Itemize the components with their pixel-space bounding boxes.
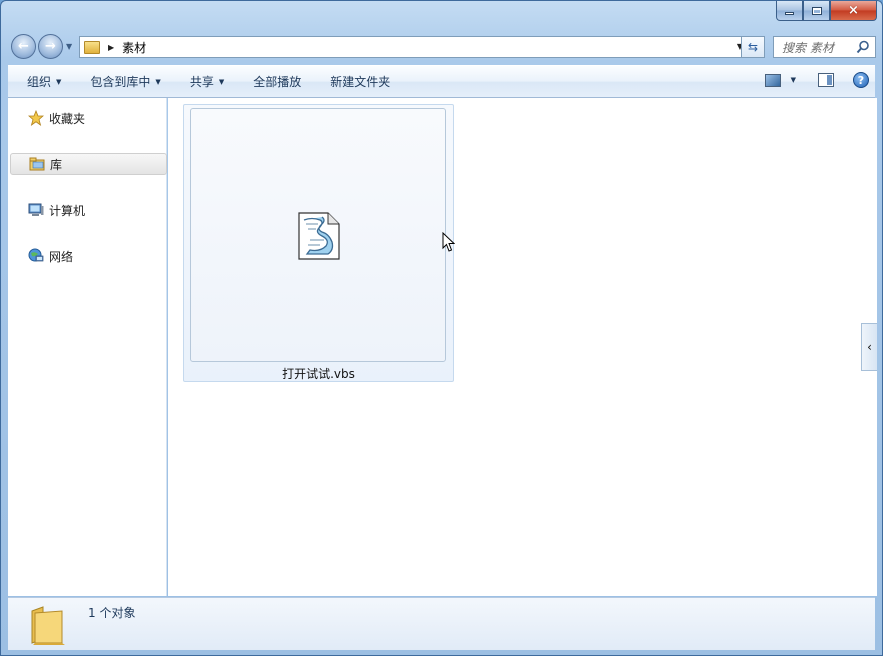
refresh-icon: ⇆ — [747, 40, 759, 54]
chevron-down-icon: ▼ — [218, 77, 225, 86]
arrow-left-icon: ← — [18, 39, 29, 54]
navigation-row: ← → ▼ ▶ 素材 ▼ ⇆ 搜索 素材 — [11, 34, 876, 59]
search-box[interactable]: 搜索 素材 — [773, 36, 876, 58]
close-icon: × — [848, 3, 859, 18]
sidebar-item-library[interactable]: 库 — [10, 153, 167, 175]
sidebar-item-label: 网络 — [49, 249, 74, 264]
include-in-library-label: 包含到库中 — [90, 75, 151, 89]
sidebar-item-label: 收藏夹 — [49, 111, 86, 126]
breadcrumb-current[interactable]: 素材 — [122, 39, 146, 56]
command-bar: 组织 ▼ 包含到库中 ▼ 共享 ▼ 全部播放 新建文件夹 ▼ ? — [8, 65, 875, 98]
play-all-label: 全部播放 — [253, 75, 302, 89]
search-input[interactable]: 搜索 素材 — [782, 39, 834, 56]
sidebar-item-label: 库 — [50, 157, 63, 172]
details-pane: 1 个对象 — [8, 597, 875, 650]
command-bar-right: ▼ ? — [764, 72, 869, 88]
sidebar-item-label: 计算机 — [49, 203, 86, 218]
maximize-button[interactable] — [803, 1, 830, 21]
search-icon[interactable] — [856, 40, 870, 54]
view-options-dropdown-icon[interactable]: ▼ — [791, 76, 796, 84]
share-menu[interactable]: 共享 ▼ — [171, 66, 234, 97]
play-all-button[interactable]: 全部播放 — [234, 66, 311, 97]
item-count: 1 个对象 — [88, 606, 136, 620]
preview-pane-toggle[interactable]: ‹ — [861, 323, 877, 371]
file-tile[interactable]: 打开试试.vbs — [183, 104, 455, 382]
sidebar-item-favorites[interactable]: 收藏夹 — [10, 107, 167, 129]
file-list-area[interactable]: 打开试试.vbs ‹ — [168, 98, 877, 596]
recent-pages-dropdown[interactable]: ▼ — [66, 42, 72, 51]
back-button[interactable]: ← — [11, 34, 36, 59]
chevron-left-icon: ‹ — [867, 340, 872, 354]
organize-menu[interactable]: 组织 ▼ — [8, 66, 71, 97]
maximize-icon — [811, 6, 822, 15]
folder-icon — [84, 40, 100, 54]
minimize-button[interactable] — [776, 1, 803, 21]
forward-button[interactable]: → — [38, 34, 63, 59]
breadcrumb-separator-icon[interactable]: ▶ — [108, 43, 114, 52]
file-thumbnail-frame — [190, 108, 455, 362]
explorer-window: × ← → ▼ ▶ 素材 ▼ ⇆ 搜索 素材 组织 ▼ 包含到库中 ▼ 共享 ▼ 全部… — [0, 0, 883, 656]
network-icon — [28, 248, 44, 264]
change-view-icon[interactable] — [764, 73, 781, 87]
folder-icon — [31, 606, 65, 645]
library-icon — [29, 156, 45, 172]
share-label: 共享 — [189, 75, 214, 89]
new-folder-label: 新建文件夹 — [330, 75, 391, 89]
chevron-down-icon: ▼ — [155, 77, 161, 86]
computer-icon — [28, 202, 44, 218]
arrow-right-icon: → — [45, 39, 56, 54]
include-in-library-menu[interactable]: 包含到库中 ▼ — [71, 66, 170, 97]
minimize-icon — [785, 12, 794, 15]
organize-label: 组织 — [27, 75, 52, 89]
chevron-down-icon: ▼ — [56, 77, 62, 86]
sidebar-item-computer[interactable]: 计算机 — [10, 199, 167, 221]
navigation-pane: 收藏夹 库 计算机 网络 — [8, 98, 167, 596]
preview-pane-icon[interactable] — [818, 73, 834, 87]
star-icon — [28, 110, 44, 126]
sidebar-item-network[interactable]: 网络 — [10, 245, 167, 267]
address-bar[interactable]: ▶ 素材 ▼ — [79, 36, 748, 58]
new-folder-button[interactable]: 新建文件夹 — [311, 66, 400, 97]
mouse-pointer-icon — [442, 232, 455, 252]
file-name[interactable]: 打开试试.vbs — [184, 365, 453, 382]
help-icon[interactable]: ? — [853, 72, 869, 88]
close-button[interactable]: × — [830, 1, 877, 21]
caption-buttons: × — [776, 1, 877, 22]
vbs-script-icon — [298, 212, 340, 260]
refresh-button[interactable]: ⇆ — [741, 36, 765, 58]
